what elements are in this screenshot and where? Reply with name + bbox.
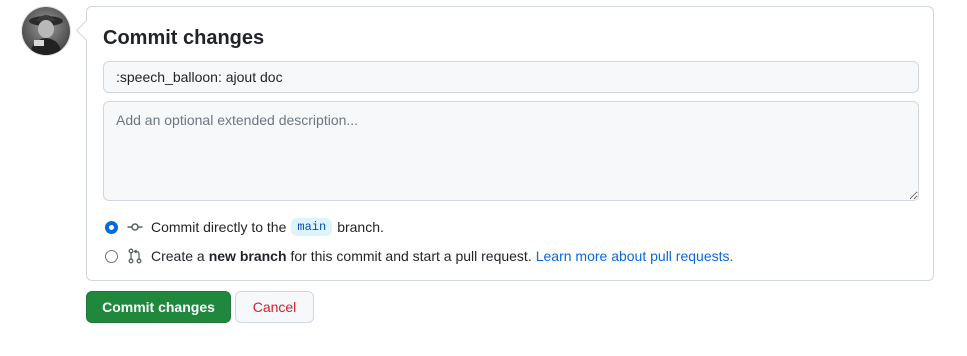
commit-summary-input[interactable] [103,61,919,93]
avatar-image [29,15,63,55]
new-branch-prefix: Create a [151,248,205,264]
commit-form-card: Commit changes Commit directly to the ma… [75,6,934,281]
git-commit-icon [127,223,143,231]
avatar [22,7,70,55]
commit-direct-suffix: branch. [337,219,384,235]
new-branch-option[interactable]: Create a new branch for this commit and … [105,246,733,266]
commit-changes-button[interactable]: Commit changes [86,291,231,323]
commit-direct-option[interactable]: Commit directly to the main branch. [105,217,384,237]
commit-direct-label: Commit directly to the [151,219,287,235]
new-branch-suffix: for this commit and start a pull request… [290,248,532,264]
commit-description-input[interactable] [103,101,919,201]
branch-name-chip: main [291,218,333,236]
learn-more-pull-requests-link[interactable]: Learn more about pull requests. [536,248,734,264]
form-title: Commit changes [103,27,265,49]
commit-direct-radio[interactable] [105,220,118,234]
new-branch-bold: new branch [208,248,287,264]
git-pull-request-icon [128,248,142,264]
cancel-button[interactable]: Cancel [235,291,314,323]
new-branch-radio[interactable] [105,249,118,263]
card-pointer [75,19,98,42]
